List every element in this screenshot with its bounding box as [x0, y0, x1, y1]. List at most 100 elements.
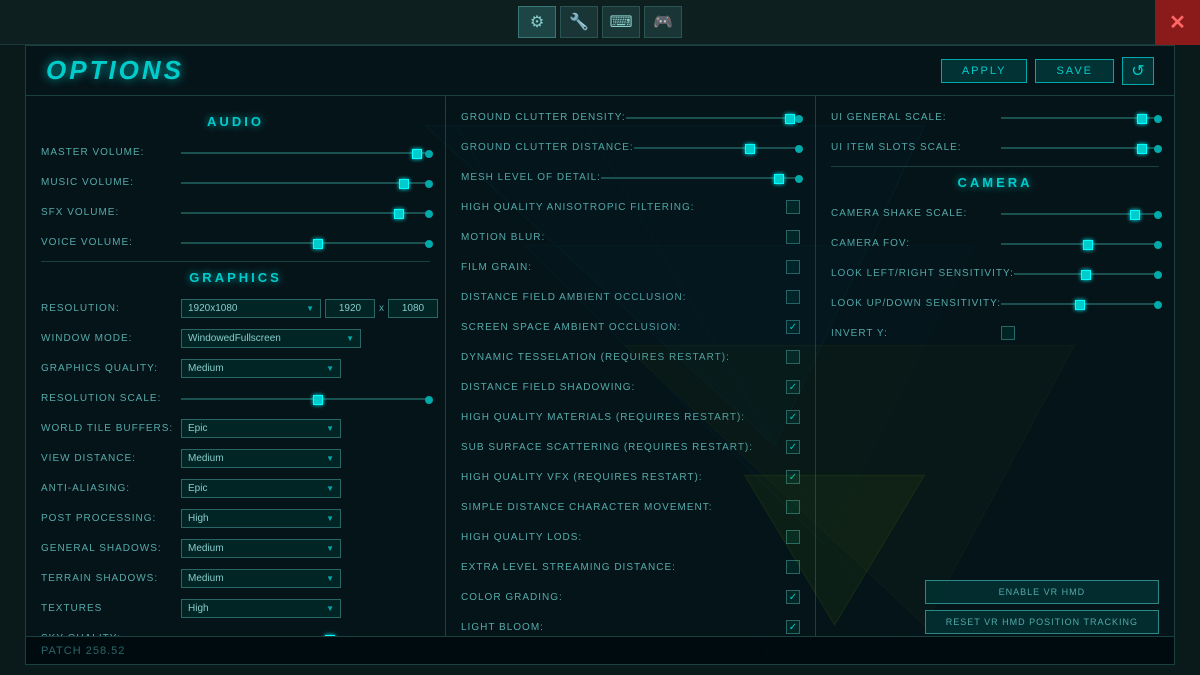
sub-surface-scattering-checkbox[interactable] [786, 440, 800, 454]
ui-general-scale-slider[interactable] [1001, 114, 1159, 120]
high-quality-materials-label: HIGH QUALITY MATERIALS (REQUIRES RESTART… [461, 412, 786, 423]
post-processing-label: POST PROCESSING: [41, 513, 181, 524]
high-quality-vfx-checkbox[interactable] [786, 470, 800, 484]
terrain-shadows-dropdown[interactable]: Medium ▼ [181, 569, 341, 588]
general-shadows-dropdown[interactable]: Medium ▼ [181, 539, 341, 558]
window-mode-dropdown[interactable]: WindowedFullscreen ▼ [181, 329, 361, 348]
ui-item-slots-scale-slider[interactable] [1001, 144, 1159, 150]
view-distance-dropdown[interactable]: Medium ▼ [181, 449, 341, 468]
high-quality-lods-checkbox[interactable] [786, 530, 800, 544]
music-volume-slider[interactable] [181, 179, 430, 185]
top-bar: ⚙ 🔧 ⌨ 🎮 ✕ [0, 0, 1200, 45]
simple-distance-character-label: SIMPLE DISTANCE CHARACTER MOVEMENT: [461, 502, 786, 513]
ground-clutter-density-row: GROUND CLUTTER DENSITY: [461, 106, 800, 128]
dynamic-tessellation-label: DYNAMIC TESSELATION (REQUIRES RESTART): [461, 352, 786, 363]
look-ud-slider[interactable] [1001, 300, 1159, 306]
distance-field-shadowing-label: DISTANCE FIELD SHADOWING: [461, 382, 786, 393]
light-bloom-checkbox[interactable] [786, 620, 800, 634]
film-grain-row: FILM GRAIN: [461, 256, 800, 278]
resolution-label: RESOLUTION: [41, 303, 181, 314]
camera-fov-slider[interactable] [1001, 240, 1159, 246]
motion-blur-checkbox[interactable] [786, 230, 800, 244]
sky-quality-slider[interactable] [181, 635, 430, 636]
post-processing-dropdown[interactable]: High ▼ [181, 509, 341, 528]
top-bar-icons: ⚙ 🔧 ⌨ 🎮 [518, 6, 682, 38]
tools-icon[interactable]: 🔧 [560, 6, 598, 38]
textures-dropdown[interactable]: High ▼ [181, 599, 341, 618]
camera-shake-slider[interactable] [1001, 210, 1159, 216]
ground-clutter-distance-label: GROUND CLUTTER DISTANCE: [461, 142, 634, 153]
ui-general-scale-label: UI GENERAL SCALE: [831, 112, 1001, 123]
high-quality-anisotropic-label: HIGH QUALITY ANISOTROPIC FILTERING: [461, 202, 786, 213]
film-grain-label: FILM GRAIN: [461, 262, 786, 273]
reset-button[interactable]: ↺ [1122, 57, 1154, 85]
high-quality-lods-label: HIGH QUALITY LODs: [461, 532, 786, 543]
master-volume-row: MASTER VOLUME: [41, 141, 430, 163]
camera-fov-label: CAMERA FOV: [831, 238, 1001, 249]
distance-field-shadowing-checkbox[interactable] [786, 380, 800, 394]
enable-vr-hmd-button[interactable]: ENABLE VR HMD [925, 580, 1159, 604]
settings-icon[interactable]: ⚙ [518, 6, 556, 38]
close-button[interactable]: ✕ [1155, 0, 1200, 45]
world-tile-dropdown[interactable]: Epic ▼ [181, 419, 341, 438]
vr-buttons: ENABLE VR HMD RESET VR HMD POSITION TRAC… [925, 580, 1159, 634]
ground-clutter-distance-row: GROUND CLUTTER DISTANCE: [461, 136, 800, 158]
graphics-quality-row: GRAPHICS QUALITY: Medium ▼ [41, 357, 430, 379]
resolution-scale-slider[interactable] [181, 395, 430, 401]
sfx-volume-slider[interactable] [181, 209, 430, 215]
camera-shake-label: CAMERA SHAKE SCALE: [831, 208, 1001, 219]
dynamic-tessellation-row: DYNAMIC TESSELATION (REQUIRES RESTART): [461, 346, 800, 368]
high-quality-vfx-row: HIGH QUALITY VFX (REQUIRES RESTART): [461, 466, 800, 488]
terrain-shadows-row: TERRAIN SHADOWS: Medium ▼ [41, 567, 430, 589]
graphics-quality-label: GRAPHICS QUALITY: [41, 363, 181, 374]
invert-y-checkbox[interactable] [1001, 326, 1015, 340]
light-bloom-row: LIGHT BLOOM: [461, 616, 800, 636]
sky-quality-row: SKY QUALITY: [41, 627, 430, 636]
graphics-section-title: GRAPHICS [41, 270, 430, 285]
film-grain-checkbox[interactable] [786, 260, 800, 274]
ui-item-slots-scale-row: UI ITEM SLOTS SCALE: [831, 136, 1159, 158]
resolution-scale-row: RESOLUTION SCALE: [41, 387, 430, 409]
apply-button[interactable]: APPLY [941, 59, 1028, 83]
resolution-width-input[interactable] [325, 299, 375, 318]
color-grading-checkbox[interactable] [786, 590, 800, 604]
content-area: AUDIO MASTER VOLUME: MUSIC VOLUME: [26, 96, 1174, 636]
extra-level-streaming-label: EXTRA LEVEL STREAMING DISTANCE: [461, 562, 786, 573]
camera-shake-row: CAMERA SHAKE SCALE: [831, 202, 1159, 224]
extra-level-streaming-checkbox[interactable] [786, 560, 800, 574]
simple-distance-character-checkbox[interactable] [786, 500, 800, 514]
distance-field-ambient-checkbox[interactable] [786, 290, 800, 304]
distance-field-shadowing-row: DISTANCE FIELD SHADOWING: [461, 376, 800, 398]
gamepad-icon[interactable]: 🎮 [644, 6, 682, 38]
screen-space-ambient-checkbox[interactable] [786, 320, 800, 334]
resolution-row: RESOLUTION: 1920x1080 ▼ x [41, 297, 430, 319]
high-quality-materials-row: HIGH QUALITY MATERIALS (REQUIRES RESTART… [461, 406, 800, 428]
master-volume-slider[interactable] [181, 149, 430, 155]
reset-vr-hmd-button[interactable]: RESET VR HMD POSITION TRACKING [925, 610, 1159, 634]
resolution-height-input[interactable] [388, 299, 438, 318]
save-button[interactable]: SAVE [1035, 59, 1114, 83]
ground-clutter-distance-slider[interactable] [634, 144, 800, 150]
high-quality-materials-checkbox[interactable] [786, 410, 800, 424]
high-quality-vfx-label: HIGH QUALITY VFX (REQUIRES RESTART): [461, 472, 786, 483]
header-buttons: APPLY SAVE ↺ [941, 57, 1154, 85]
look-lr-slider[interactable] [1014, 270, 1159, 276]
look-ud-row: LOOK UP/DOWN SENSITIVITY: [831, 292, 1159, 314]
high-quality-anisotropic-checkbox[interactable] [786, 200, 800, 214]
mesh-lod-row: MESH LEVEL OF DETAIL: [461, 166, 800, 188]
graphics-quality-dropdown[interactable]: Medium ▼ [181, 359, 341, 378]
dynamic-tessellation-checkbox[interactable] [786, 350, 800, 364]
invert-y-row: INVERT Y: [831, 322, 1159, 344]
ground-clutter-density-slider[interactable] [626, 114, 800, 120]
window-mode-row: WINDOW MODE: WindowedFullscreen ▼ [41, 327, 430, 349]
keyboard-icon[interactable]: ⌨ [602, 6, 640, 38]
mesh-lod-slider[interactable] [601, 174, 800, 180]
general-shadows-label: GENERAL SHADOWS: [41, 543, 181, 554]
camera-fov-row: CAMERA FOV: [831, 232, 1159, 254]
resolution-dropdown[interactable]: 1920x1080 ▼ [181, 299, 321, 318]
voice-volume-slider[interactable] [181, 239, 430, 245]
anti-aliasing-dropdown[interactable]: Epic ▼ [181, 479, 341, 498]
extra-level-streaming-row: EXTRA LEVEL STREAMING DISTANCE: [461, 556, 800, 578]
master-volume-label: MASTER VOLUME: [41, 147, 181, 158]
distance-field-ambient-label: DISTANCE FIELD AMBIENT OCCLUSION: [461, 292, 786, 303]
